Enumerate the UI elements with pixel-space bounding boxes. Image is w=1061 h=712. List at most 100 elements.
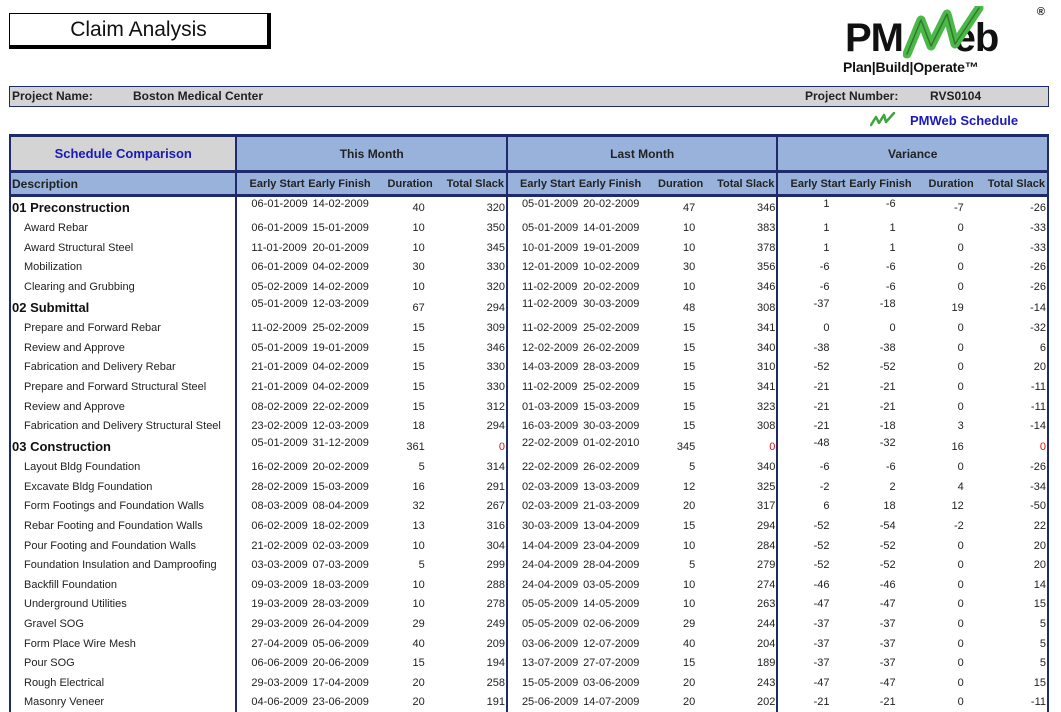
- variance-total-slack-cell: -33: [975, 238, 1050, 258]
- this-month-early-start-cell: 05-02-2009: [251, 281, 308, 294]
- variance-total-slack-cell: -26: [975, 195, 1050, 219]
- variance-early-finish-cell: -32: [879, 436, 896, 449]
- pmweb-schedule-link[interactable]: PMWeb Schedule: [870, 112, 1018, 128]
- variance-early-finish-cell: -6: [885, 198, 896, 210]
- variance-duration-cell: 0: [957, 559, 964, 572]
- variance-early-finish-cell: -6: [885, 281, 896, 294]
- column-header-duration: Duration: [372, 171, 435, 197]
- this-month-early-finish-cell: 04-02-2009: [312, 261, 369, 274]
- variance-total-slack-cell: 14: [975, 575, 1050, 595]
- table-row: Backfill Foundation 09-03-2009 18-03-2009 1…: [8, 575, 1050, 595]
- last-month-early-start-cell: 25-06-2009: [521, 696, 579, 709]
- variance-early-finish-cell: 1: [889, 241, 896, 254]
- variance-early-start-cell: -37: [813, 297, 830, 310]
- last-month-total-slack-cell: 383: [705, 218, 779, 239]
- variance-total-slack-cell: -14: [975, 416, 1050, 436]
- last-month-early-finish-cell: 20-02-2009: [583, 198, 640, 210]
- this-month-duration-cell: 15: [412, 380, 425, 393]
- variance-duration-cell: 0: [957, 637, 964, 650]
- this-month-duration-cell: 10: [412, 281, 425, 294]
- variance-early-finish-cell: -21: [879, 696, 896, 709]
- variance-early-finish-cell: -21: [879, 400, 896, 413]
- last-month-total-slack-cell: 284: [705, 535, 779, 556]
- variance-duration-cell: 4: [957, 480, 964, 493]
- last-month-early-finish-cell: 30-03-2009: [583, 420, 640, 433]
- this-month-early-start-cell: 06-06-2009: [251, 657, 308, 670]
- variance-early-start-cell: -52: [813, 559, 830, 572]
- this-month-duration-cell: 29: [412, 617, 425, 630]
- this-month-duration-cell: 16: [412, 480, 425, 493]
- last-month-duration-cell: 20: [683, 500, 696, 513]
- activity-description: Underground Utilities: [8, 594, 238, 615]
- last-month-early-start-cell: 05-01-2009: [521, 222, 579, 235]
- table-row: Foundation Insulation and Damproofing 03-…: [8, 555, 1050, 575]
- last-month-duration-cell: 47: [683, 201, 696, 214]
- last-month-early-finish-cell: 25-02-2009: [583, 380, 640, 393]
- this-month-duration-cell: 10: [412, 222, 425, 235]
- last-month-early-start-cell: 24-04-2009: [521, 578, 579, 591]
- activity-description: Backfill Foundation: [8, 575, 238, 595]
- this-month-early-finish-cell: 18-03-2009: [312, 578, 369, 591]
- this-month-early-start-cell: 11-02-2009: [251, 322, 307, 335]
- activity-description: Form Footings and Foundation Walls: [8, 496, 238, 517]
- variance-total-slack-cell: 20: [975, 357, 1050, 378]
- variance-early-start-cell: -21: [813, 400, 830, 413]
- this-month-duration-cell: 10: [412, 578, 425, 591]
- this-month-total-slack-cell: 304: [434, 535, 508, 556]
- last-month-total-slack-cell: 294: [705, 516, 779, 536]
- last-month-total-slack-cell: 202: [705, 692, 779, 712]
- this-month-early-finish-cell: 22-02-2009: [312, 400, 369, 413]
- variance-duration-cell: 0: [957, 222, 964, 235]
- this-month-early-start-cell: 05-01-2009: [251, 341, 308, 354]
- this-month-total-slack-cell: 249: [434, 614, 508, 634]
- last-month-total-slack-cell: 189: [705, 653, 779, 673]
- table-row: Award Structural Steel 11-01-2009 20-01-20…: [8, 238, 1050, 258]
- schedule-comparison-table: Schedule Comparison This Month Last Mont…: [8, 134, 1050, 712]
- this-month-early-finish-cell: 05-06-2009: [312, 637, 369, 650]
- last-month-early-start-cell: 12-01-2009: [521, 261, 579, 274]
- variance-duration-cell: 12: [951, 500, 964, 513]
- pmweb-schedule-label[interactable]: PMWeb Schedule: [910, 113, 1018, 128]
- this-month-early-finish-cell: 15-03-2009: [312, 480, 369, 493]
- this-month-duration-cell: 40: [412, 637, 425, 650]
- table-row: Excavate Bldg Foundation 28-02-2009 15-03-…: [8, 477, 1050, 497]
- last-month-early-start-cell: 10-01-2009: [521, 241, 579, 254]
- variance-duration-cell: 0: [957, 657, 964, 670]
- table-row: Underground Utilities 19-03-2009 28-03-200…: [8, 594, 1050, 615]
- group-header-row: Schedule Comparison This Month Last Mont…: [8, 134, 1049, 173]
- column-header-early-start: Early Start: [236, 171, 307, 197]
- last-month-early-finish-cell: 21-03-2009: [583, 500, 640, 513]
- this-month-early-start-cell: 05-01-2009: [251, 436, 308, 449]
- schedule-comparison-heading: Schedule Comparison: [8, 134, 238, 173]
- variance-early-finish-cell: -37: [879, 637, 896, 650]
- this-month-early-start-cell: 27-04-2009: [251, 637, 308, 650]
- this-month-total-slack-cell: 320: [434, 195, 508, 219]
- table-row: Pour SOG 06-06-2009 20-06-2009 15 194 13-07-2…: [8, 653, 1050, 673]
- this-month-total-slack-cell: 309: [434, 318, 508, 338]
- last-month-early-finish-cell: 20-02-2009: [583, 281, 640, 294]
- last-month-duration-cell: 10: [683, 241, 696, 254]
- last-month-early-start-cell: 24-04-2009: [521, 559, 579, 572]
- table-group-row: 02 Submittal 05-01-2009 12-03-2009 67 294 11-…: [8, 296, 1050, 319]
- this-month-early-finish-cell: 08-04-2009: [312, 500, 369, 513]
- variance-duration-cell: 0: [957, 461, 964, 474]
- registered-mark: ®: [1036, 6, 1045, 18]
- last-month-early-finish-cell: 01-02-2010: [583, 436, 640, 449]
- this-month-early-start-cell: 23-02-2009: [251, 420, 308, 433]
- last-month-duration-cell: 10: [683, 281, 696, 294]
- table-row: Prepare and Forward Rebar 11-02-2009 25-02…: [8, 318, 1050, 338]
- activity-description: Pour Footing and Foundation Walls: [8, 535, 238, 556]
- last-month-duration-cell: 5: [689, 559, 696, 572]
- last-month-total-slack-cell: 279: [705, 555, 779, 575]
- variance-duration-cell: 0: [957, 617, 964, 630]
- last-month-early-start-cell: 02-03-2009: [521, 500, 579, 513]
- last-month-early-finish-cell: 26-02-2009: [583, 341, 640, 354]
- variance-total-slack-cell: -33: [975, 218, 1050, 239]
- last-month-duration-cell: 15: [683, 520, 696, 533]
- this-month-total-slack-cell: 194: [434, 653, 508, 673]
- variance-duration-cell: 0: [957, 598, 964, 611]
- activity-description: Review and Approve: [8, 337, 238, 358]
- table-row: Pour Footing and Foundation Walls 21-02-2…: [8, 535, 1050, 556]
- last-month-duration-cell: 15: [683, 341, 696, 354]
- column-header-early-finish: Early Finish: [577, 171, 644, 197]
